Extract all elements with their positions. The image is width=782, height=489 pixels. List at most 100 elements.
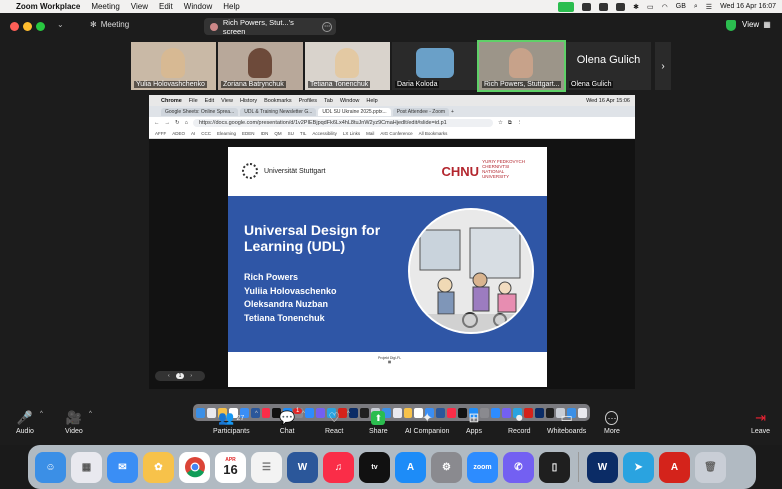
finder-icon[interactable]: ☺: [35, 451, 66, 483]
participant-tile[interactable]: Olena Gulich Olena Gulich: [566, 42, 651, 90]
chrome-tab: Post Attendee - Zoom: [392, 107, 450, 116]
chat-button[interactable]: 💬 1 Chat: [279, 408, 303, 435]
participant-tile[interactable]: Daria Koloda: [392, 42, 477, 90]
shared-menu-item: File: [188, 97, 198, 104]
bluetooth-icon[interactable]: ✱: [633, 3, 639, 11]
zoom-camera-status-icon[interactable]: [558, 1, 575, 12]
participants-glyph: 👥: [218, 410, 235, 425]
ai-companion-button[interactable]: ✦ AI Companion: [405, 410, 449, 435]
chrome-icon[interactable]: [179, 451, 210, 483]
app-store-icon[interactable]: A: [395, 451, 426, 483]
participant-name: Yulia Holovashchenko: [134, 81, 207, 88]
author-list: Rich Powers Yuliia Holovaschenko Oleksan…: [244, 271, 337, 325]
menubar-clock[interactable]: Wed 16 Apr 16:07: [720, 3, 776, 10]
react-button[interactable]: ♡ React: [325, 410, 344, 435]
video-options-caret-icon[interactable]: ^: [89, 411, 92, 417]
participant-tile-active-speaker[interactable]: Rich Powers, Stuttgart...: [477, 40, 566, 92]
chrome-tab-strip: Google Sheets: Online Sprea... UDL & Tra…: [149, 106, 635, 117]
record-button[interactable]: ⏺ Record: [508, 410, 531, 435]
battery-icon[interactable]: ▭: [647, 3, 654, 11]
participant-tile[interactable]: Tetiana Tonenchuk: [305, 42, 390, 90]
apps-button[interactable]: ⊞ Apps: [466, 410, 482, 435]
participant-count: 27: [236, 414, 245, 422]
menu-help[interactable]: Help: [223, 2, 239, 11]
slide-number: 1: [175, 373, 185, 379]
trash-icon[interactable]: 🗑: [695, 451, 726, 483]
chat-options-caret-icon[interactable]: ^: [302, 411, 305, 417]
close-window-button[interactable]: [10, 22, 19, 31]
chat-label: Chat: [279, 428, 295, 435]
audio-button[interactable]: 🎤 Audio: [16, 410, 34, 435]
presentation-slide: Universität Stuttgart CHNU Yuriy Fedkovy…: [228, 147, 547, 387]
view-label: View: [742, 20, 760, 29]
apple-tv-icon[interactable]: tv: [359, 451, 390, 483]
menu-edit[interactable]: Edit: [159, 2, 173, 11]
view-button[interactable]: View ▦: [742, 20, 771, 29]
keyboard-layout[interactable]: GB: [676, 3, 686, 10]
participant-tile[interactable]: Zoriana Batrynchuk: [218, 42, 303, 90]
home-icon: ⌂: [184, 120, 188, 126]
photos-icon[interactable]: ✿: [143, 451, 174, 483]
reminders-icon[interactable]: ☰: [251, 451, 282, 483]
grid-icon: ▦: [763, 20, 771, 29]
leave-button[interactable]: ⇥ Leave: [751, 410, 770, 435]
bookmark-item: AI: [191, 131, 196, 136]
status-icon[interactable]: [582, 2, 592, 11]
menu-meeting[interactable]: Meeting: [91, 2, 119, 11]
security-shield-icon[interactable]: [726, 20, 736, 31]
shared-screen: Chrome File Edit View History Bookmarks …: [149, 95, 635, 389]
participant-video: [248, 48, 272, 78]
more-label: More: [604, 428, 620, 435]
control-center-icon[interactable]: ☰: [706, 3, 712, 11]
wifi-icon[interactable]: ◠: [662, 3, 668, 11]
audio-options-caret-icon[interactable]: ^: [40, 411, 43, 417]
chrome-address-bar: https://docs.google.com/presentation/d/1…: [192, 119, 493, 127]
menu-view[interactable]: View: [131, 2, 148, 11]
extensions-icon: ⧉: [507, 119, 512, 126]
status-icon[interactable]: [616, 2, 626, 11]
chrome-bookmarks-bar: AFFF ADEO AI CCC Elearning EDEN IDN QM SU TIL Acce…: [149, 129, 635, 139]
music-icon[interactable]: ♫: [323, 451, 354, 483]
launchpad-icon[interactable]: ▦: [71, 451, 102, 483]
calendar-icon[interactable]: APR 16: [215, 451, 246, 483]
word-icon[interactable]: W: [287, 451, 318, 483]
bookmark-item: Elearning: [217, 131, 237, 136]
next-slide-icon: ›: [190, 373, 193, 379]
shared-menu-item: History: [239, 97, 258, 104]
slide-stage: Universität Stuttgart CHNU Yuriy Fedkovy…: [149, 139, 635, 389]
share-screen-icon: ⬆: [371, 411, 386, 425]
chnu-line: University: [482, 174, 510, 179]
maximize-window-button[interactable]: [36, 22, 45, 31]
search-icon[interactable]: ⌕: [694, 3, 698, 11]
bookmark-item: CCC: [201, 131, 212, 136]
calendar-day: 16: [223, 462, 238, 477]
system-settings-icon[interactable]: ⚙: [431, 451, 462, 483]
menu-app-name[interactable]: Zoom Workplace: [16, 2, 80, 11]
iphone-mirroring-icon[interactable]: ▯: [539, 451, 570, 483]
menu-window[interactable]: Window: [184, 2, 212, 11]
react-options-caret-icon[interactable]: ^: [347, 411, 350, 417]
more-button[interactable]: ⋯ More: [604, 411, 620, 435]
webex-icon[interactable]: W: [587, 451, 618, 483]
telegram-icon[interactable]: ➤: [623, 451, 654, 483]
slide-illustration: gn: [408, 208, 534, 334]
whiteboards-button[interactable]: ▭ Whiteboards: [547, 410, 586, 435]
participant-tile[interactable]: Yulia Holovashchenko: [131, 42, 216, 90]
react-label: React: [325, 428, 344, 435]
next-page-arrow-icon[interactable]: ›: [655, 42, 671, 90]
share-button[interactable]: ⬆ Share: [369, 411, 388, 435]
status-icon[interactable]: [599, 2, 609, 11]
zoom-app-icon[interactable]: zoom: [467, 451, 498, 483]
acrobat-icon[interactable]: A: [659, 451, 690, 483]
participants-button[interactable]: 👥 27 Participants: [213, 410, 250, 435]
minimize-window-button[interactable]: [23, 22, 32, 31]
participants-options-caret-icon[interactable]: ^: [255, 411, 258, 417]
chevron-down-icon[interactable]: ⌄: [57, 20, 64, 29]
viber-icon[interactable]: ✆: [503, 451, 534, 483]
video-button[interactable]: 🎥 Video: [65, 410, 83, 435]
slide-title-band: Universal Design for Learning (UDL) Rich…: [228, 196, 547, 352]
mail-icon[interactable]: ✉: [107, 451, 138, 483]
screen-share-indicator[interactable]: Rich Powers, Stut...'s screen ⋯: [204, 18, 336, 36]
more-options-icon[interactable]: ⋯: [322, 21, 332, 32]
heart-icon: ♡: [328, 410, 340, 425]
